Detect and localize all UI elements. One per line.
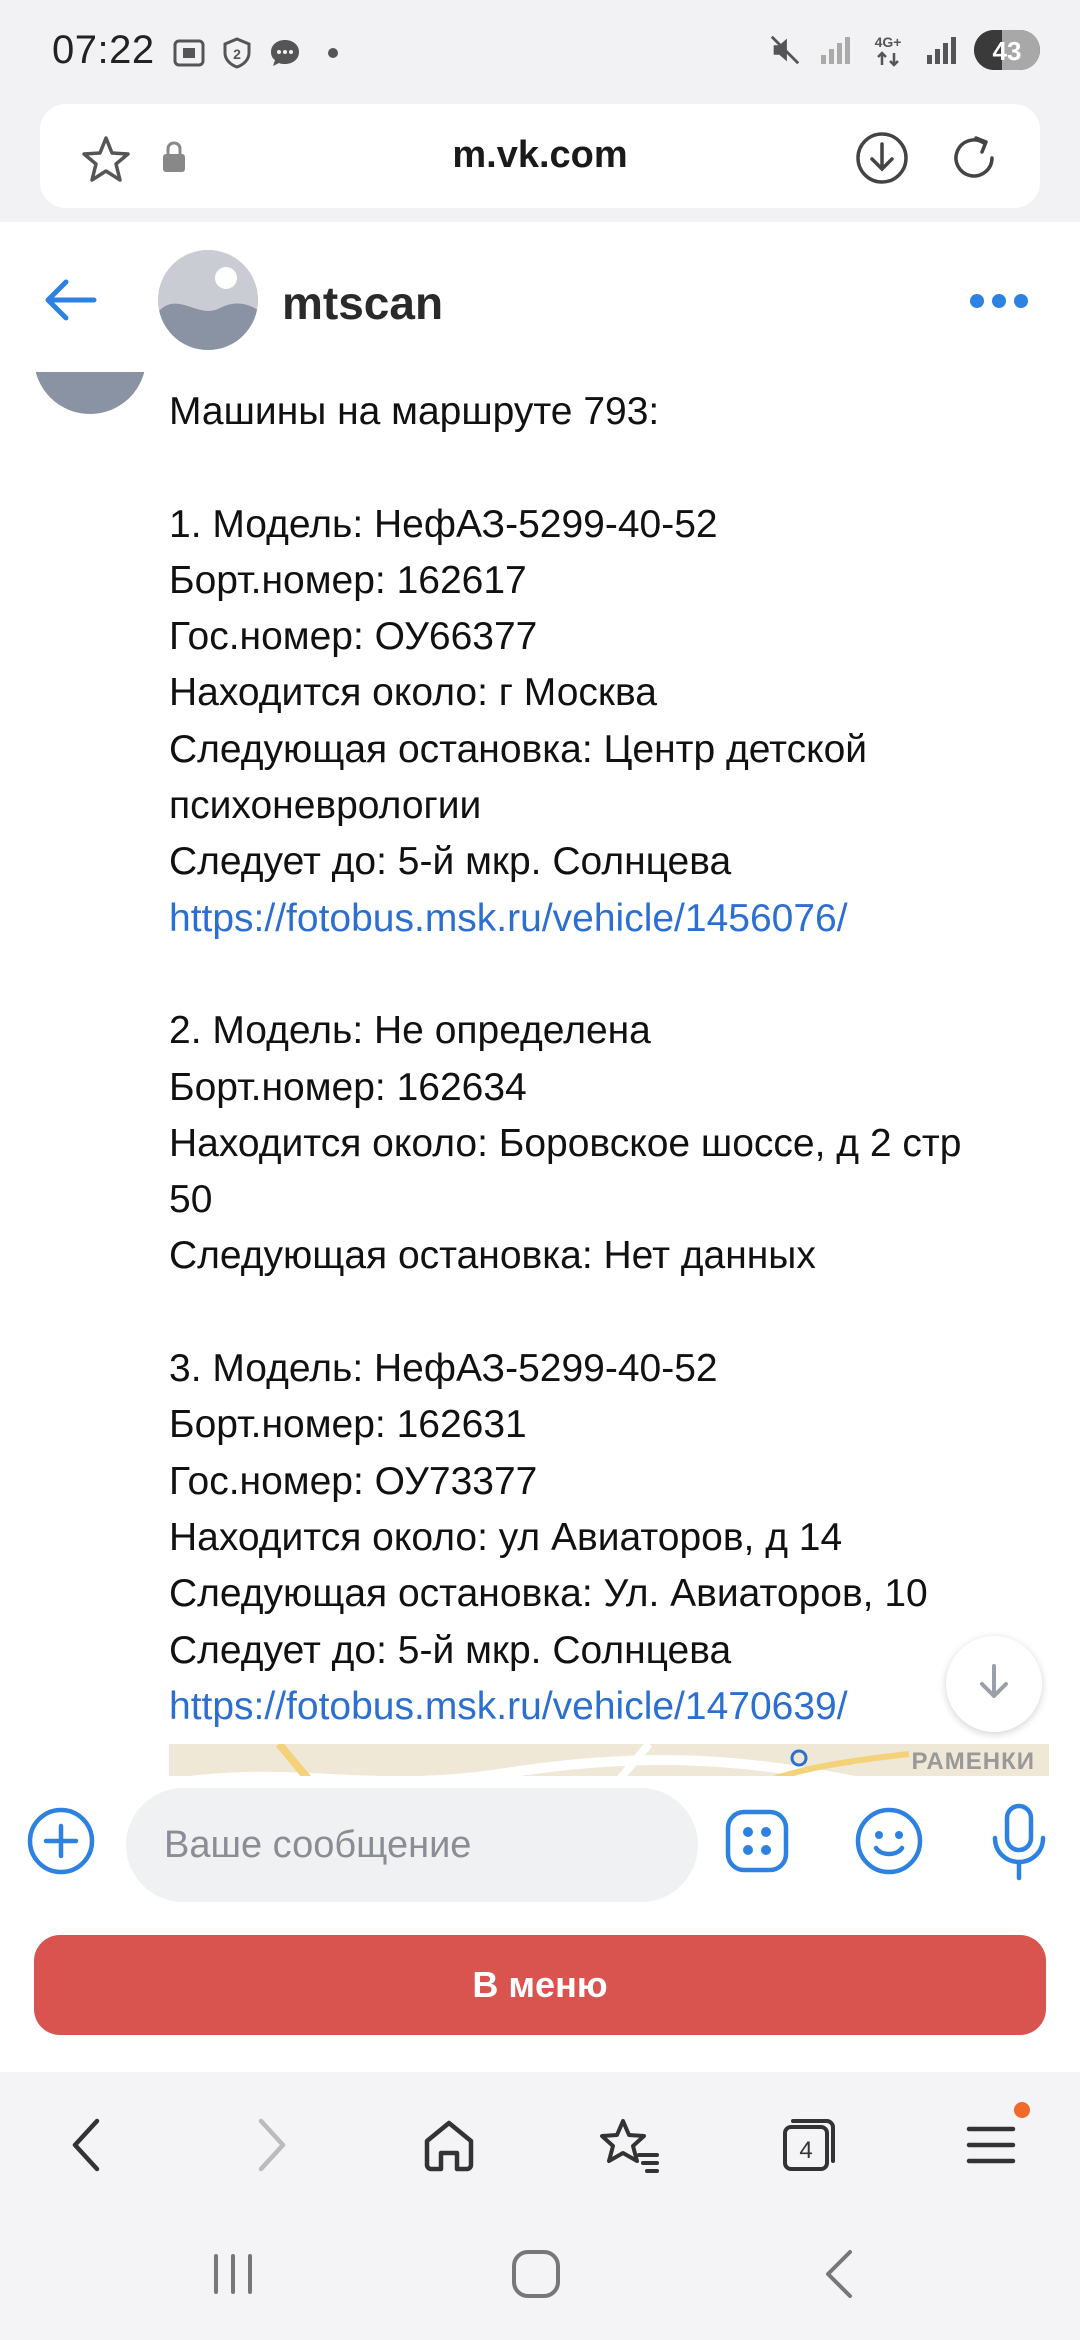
browser-menu-icon[interactable] xyxy=(956,2102,1030,2180)
home-icon[interactable] xyxy=(414,2110,484,2180)
vehicle-2-near: Находится около: Боровское шоссе, д 2 ст… xyxy=(169,1121,962,1165)
vehicle-2-near-cont: 50 xyxy=(169,1178,213,1222)
map-district-label: РАМЕНКИ xyxy=(911,1748,1035,1775)
chat-header: mtscan xyxy=(0,222,1080,372)
vehicle-1-gos: Гос.номер: ОУ66377 xyxy=(169,615,538,659)
emoji-icon[interactable] xyxy=(854,1806,924,1881)
signal-icon xyxy=(818,33,852,67)
screenshot-icon xyxy=(172,36,206,70)
status-notification-icons: 2 xyxy=(172,36,350,70)
download-icon[interactable] xyxy=(854,130,910,191)
vehicle-3-board: Борт.номер: 162631 xyxy=(169,1403,527,1447)
battery-level: 43 xyxy=(992,36,1022,66)
signal-4g-icon: 4G+ xyxy=(868,33,908,67)
map-preview[interactable]: РАМЕНКИ xyxy=(169,1744,1049,1776)
arrow-down-icon xyxy=(974,1662,1014,1707)
status-bar: 07:22 2 4G+ 43 xyxy=(0,0,1080,100)
reload-icon[interactable] xyxy=(946,130,1002,191)
address-bar[interactable]: m.vk.com xyxy=(40,104,1040,208)
system-navigation-bar xyxy=(0,2206,1080,2340)
vehicle-3-next-stop: Следующая остановка: Ул. Авиаторов, 10 xyxy=(169,1572,928,1616)
vehicle-3-near: Находится около: ул Авиаторов, д 14 xyxy=(169,1515,843,1559)
svg-text:4G+: 4G+ xyxy=(875,34,902,50)
more-options-icon[interactable] xyxy=(970,294,1028,308)
sender-avatar[interactable] xyxy=(34,372,146,414)
message-header: Машины на маршруте 793: xyxy=(169,390,660,433)
vehicle-1-model: 1. Модель: НефАЗ-5299-40-52 xyxy=(169,502,718,546)
status-system-icons: 4G+ 43 xyxy=(768,30,1040,70)
vehicle-1-near: Находится около: г Москва xyxy=(169,671,657,715)
vehicle-3-dest: Следует до: 5-й мкр. Солнцева xyxy=(169,1628,732,1672)
svg-text:4: 4 xyxy=(799,2137,812,2164)
notification-dot xyxy=(1014,2102,1030,2118)
system-home-icon[interactable] xyxy=(508,2246,564,2307)
message-area: Машины на маршруте 793: 1. Модель: НефАЗ… xyxy=(0,372,1080,1776)
vehicle-3-model: 3. Модель: НефАЗ-5299-40-52 xyxy=(169,1347,718,1391)
vehicle-2-next-stop: Следующая остановка: Нет данных xyxy=(169,1234,816,1278)
vehicle-1-board: Борт.номер: 162617 xyxy=(169,558,527,602)
vehicle-1-dest: Следует до: 5-й мкр. Солнцева xyxy=(169,840,732,884)
signal-icon xyxy=(924,33,958,67)
system-back-icon[interactable] xyxy=(814,2246,864,2307)
vehicle-1-next-stop: Следующая остановка: Центр детской xyxy=(169,727,868,771)
tabs-icon[interactable]: 4 xyxy=(774,2110,844,2180)
dot-icon xyxy=(316,36,350,70)
message-input[interactable] xyxy=(126,1788,698,1902)
vehicle-3-link[interactable]: https://fotobus.msk.ru/vehicle/1470639/ xyxy=(169,1685,848,1728)
message-icon xyxy=(268,36,302,70)
scroll-down-button[interactable] xyxy=(946,1636,1042,1732)
microphone-icon[interactable] xyxy=(986,1802,1052,1887)
vehicle-3-gos: Гос.номер: ОУ73377 xyxy=(169,1459,538,1503)
status-time: 07:22 xyxy=(52,28,155,72)
browser-forward-icon[interactable] xyxy=(236,2110,306,2180)
message-composer xyxy=(0,1776,1080,1906)
svg-text:2: 2 xyxy=(233,46,241,62)
vehicle-1-next-stop-cont: психоневрологии xyxy=(169,784,482,828)
battery-indicator: 43 xyxy=(974,30,1040,70)
mute-icon xyxy=(768,33,802,67)
chat-avatar[interactable] xyxy=(158,250,258,350)
browser-back-icon[interactable] xyxy=(52,2110,122,2180)
keyboard-apps-icon[interactable] xyxy=(724,1808,790,1879)
vehicle-2-model: 2. Модель: Не определена xyxy=(169,1009,651,1053)
shield-2-icon: 2 xyxy=(220,36,254,70)
menu-button[interactable]: В меню xyxy=(34,1935,1046,2035)
message-text: Машины на маршруте 793: 1. Модель: НефАЗ… xyxy=(169,384,1049,1735)
vehicle-1-link[interactable]: https://fotobus.msk.ru/vehicle/1456076/ xyxy=(169,897,848,940)
chat-title[interactable]: mtscan xyxy=(282,276,443,330)
browser-top-bar: m.vk.com xyxy=(0,100,1080,222)
browser-bottom-toolbar: 4 xyxy=(0,2072,1080,2206)
back-arrow-icon[interactable] xyxy=(40,272,100,333)
recent-apps-icon[interactable] xyxy=(208,2246,258,2307)
bookmarks-icon[interactable] xyxy=(594,2110,664,2180)
add-attachment-icon[interactable] xyxy=(26,1806,96,1881)
vehicle-2-board: Борт.номер: 162634 xyxy=(169,1065,527,1109)
